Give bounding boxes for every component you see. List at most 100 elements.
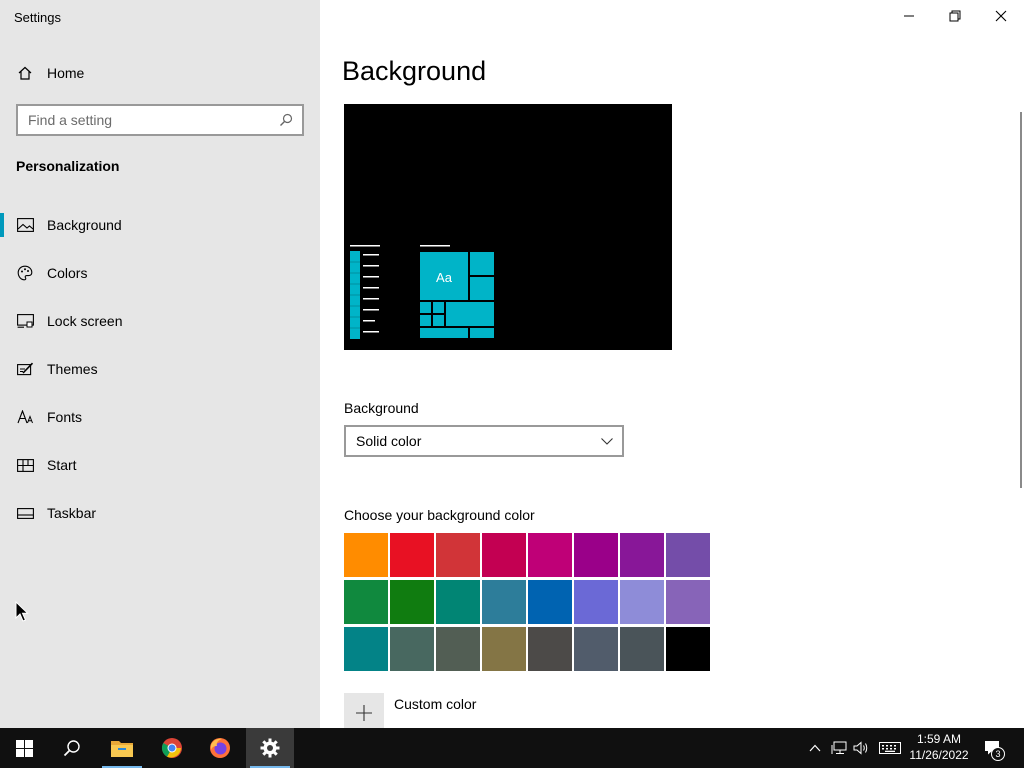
close-icon xyxy=(995,10,1007,22)
sidebar-item-label: Lock screen xyxy=(47,313,123,329)
keyboard-icon xyxy=(879,742,901,754)
volume-icon xyxy=(853,741,868,755)
chevron-down-icon xyxy=(600,434,614,448)
color-swatch[interactable] xyxy=(574,627,618,671)
volume-button[interactable] xyxy=(850,728,872,768)
color-swatch[interactable] xyxy=(620,580,664,624)
show-hidden-icons-button[interactable] xyxy=(804,728,826,768)
restore-button[interactable] xyxy=(932,0,978,32)
sidebar-item-label: Themes xyxy=(47,361,98,377)
color-swatch[interactable] xyxy=(528,533,572,577)
minimize-icon xyxy=(904,15,914,17)
sidebar-item-start[interactable]: Start xyxy=(0,445,320,485)
sidebar-item-themes[interactable]: Themes xyxy=(0,349,320,389)
search-icon[interactable] xyxy=(278,112,294,128)
clock-time: 1:59 AM xyxy=(916,732,962,746)
color-swatch[interactable] xyxy=(666,627,710,671)
color-swatch[interactable] xyxy=(436,533,480,577)
background-preview: Aa xyxy=(344,104,672,350)
sidebar-item-colors[interactable]: Colors xyxy=(0,253,320,293)
restore-icon xyxy=(949,10,961,22)
color-swatch[interactable] xyxy=(620,627,664,671)
sidebar-item-taskbar[interactable]: Taskbar xyxy=(0,493,320,533)
settings-icon xyxy=(260,738,280,758)
nav-home[interactable]: Home xyxy=(0,56,320,90)
windows-logo-icon xyxy=(15,739,33,757)
network-button[interactable] xyxy=(828,728,850,768)
close-button[interactable] xyxy=(978,0,1024,32)
chevron-up-icon xyxy=(809,744,821,752)
taskbar-firefox[interactable] xyxy=(196,728,244,768)
sidebar-item-label: Colors xyxy=(47,265,88,281)
notification-badge: 3 xyxy=(991,747,1005,761)
search-input[interactable] xyxy=(18,106,276,134)
color-swatch[interactable] xyxy=(574,533,618,577)
nav-home-label: Home xyxy=(47,65,85,81)
taskbar-chrome[interactable] xyxy=(148,728,196,768)
chrome-icon xyxy=(161,738,182,758)
firefox-icon xyxy=(210,738,230,758)
background-type-label: Background xyxy=(344,400,419,416)
color-swatch[interactable] xyxy=(482,580,526,624)
sidebar-item-background[interactable]: Background xyxy=(0,205,320,245)
color-swatch[interactable] xyxy=(390,580,434,624)
home-icon xyxy=(16,64,34,82)
color-swatch[interactable] xyxy=(574,580,618,624)
start-button[interactable] xyxy=(0,728,48,768)
color-swatch[interactable] xyxy=(528,627,572,671)
color-swatch[interactable] xyxy=(482,533,526,577)
sidebar-item-label: Fonts xyxy=(47,409,83,425)
taskbar: 1:59 AM 11/26/2022 3 xyxy=(0,728,1024,768)
start-icon xyxy=(16,456,34,474)
color-swatch[interactable] xyxy=(344,627,388,671)
content-pane: Background Aa Background Solid color Cho… xyxy=(320,0,1024,733)
background-type-dropdown[interactable]: Solid color xyxy=(344,425,624,457)
sidebar-item-label: Background xyxy=(47,217,122,233)
action-center-button[interactable]: 3 xyxy=(980,728,1006,768)
sidebar-item-label: Taskbar xyxy=(47,505,97,521)
color-swatch[interactable] xyxy=(436,627,480,671)
search-box xyxy=(16,104,304,136)
navigation-pane: Settings Home Personalization Background… xyxy=(0,0,320,728)
themes-icon xyxy=(16,360,34,378)
color-swatch[interactable] xyxy=(482,627,526,671)
lock-screen-icon xyxy=(16,312,34,330)
picture-icon xyxy=(16,216,34,234)
choose-color-label: Choose your background color xyxy=(344,507,535,523)
page-title: Background xyxy=(342,56,487,86)
minimize-button[interactable] xyxy=(886,0,932,32)
palette-icon xyxy=(16,264,34,282)
preview-tile-text: Aa xyxy=(436,270,452,285)
fonts-icon xyxy=(16,408,34,426)
sidebar-item-label: Start xyxy=(47,457,77,473)
taskbar-search-button[interactable] xyxy=(48,728,96,768)
network-icon xyxy=(831,741,847,754)
dropdown-value: Solid color xyxy=(356,433,422,449)
color-swatch[interactable] xyxy=(390,627,434,671)
taskbar-settings[interactable] xyxy=(246,728,294,768)
color-swatch[interactable] xyxy=(344,580,388,624)
taskbar-clock[interactable]: 1:59 AM 11/26/2022 xyxy=(900,731,978,763)
taskbar-file-explorer[interactable] xyxy=(98,728,146,768)
custom-color-label: Custom color xyxy=(394,696,477,712)
custom-color-button[interactable]: Custom color xyxy=(344,693,544,733)
scrollbar[interactable] xyxy=(1020,112,1022,488)
section-title: Personalization xyxy=(16,158,120,174)
color-swatch[interactable] xyxy=(390,533,434,577)
clock-date: 11/26/2022 xyxy=(909,748,969,762)
color-swatch[interactable] xyxy=(666,533,710,577)
color-swatch[interactable] xyxy=(528,580,572,624)
sidebar-item-fonts[interactable]: Fonts xyxy=(0,397,320,437)
color-swatch[interactable] xyxy=(344,533,388,577)
file-explorer-icon xyxy=(111,741,133,757)
color-swatch[interactable] xyxy=(620,533,664,577)
search-icon xyxy=(63,740,80,757)
plus-icon xyxy=(344,693,384,733)
color-swatch[interactable] xyxy=(436,580,480,624)
mouse-cursor-icon xyxy=(15,600,29,623)
app-title: Settings xyxy=(14,10,61,25)
color-swatch-grid xyxy=(344,533,712,671)
sidebar-item-lock-screen[interactable]: Lock screen xyxy=(0,301,320,341)
taskbar-icon xyxy=(16,504,34,522)
color-swatch[interactable] xyxy=(666,580,710,624)
